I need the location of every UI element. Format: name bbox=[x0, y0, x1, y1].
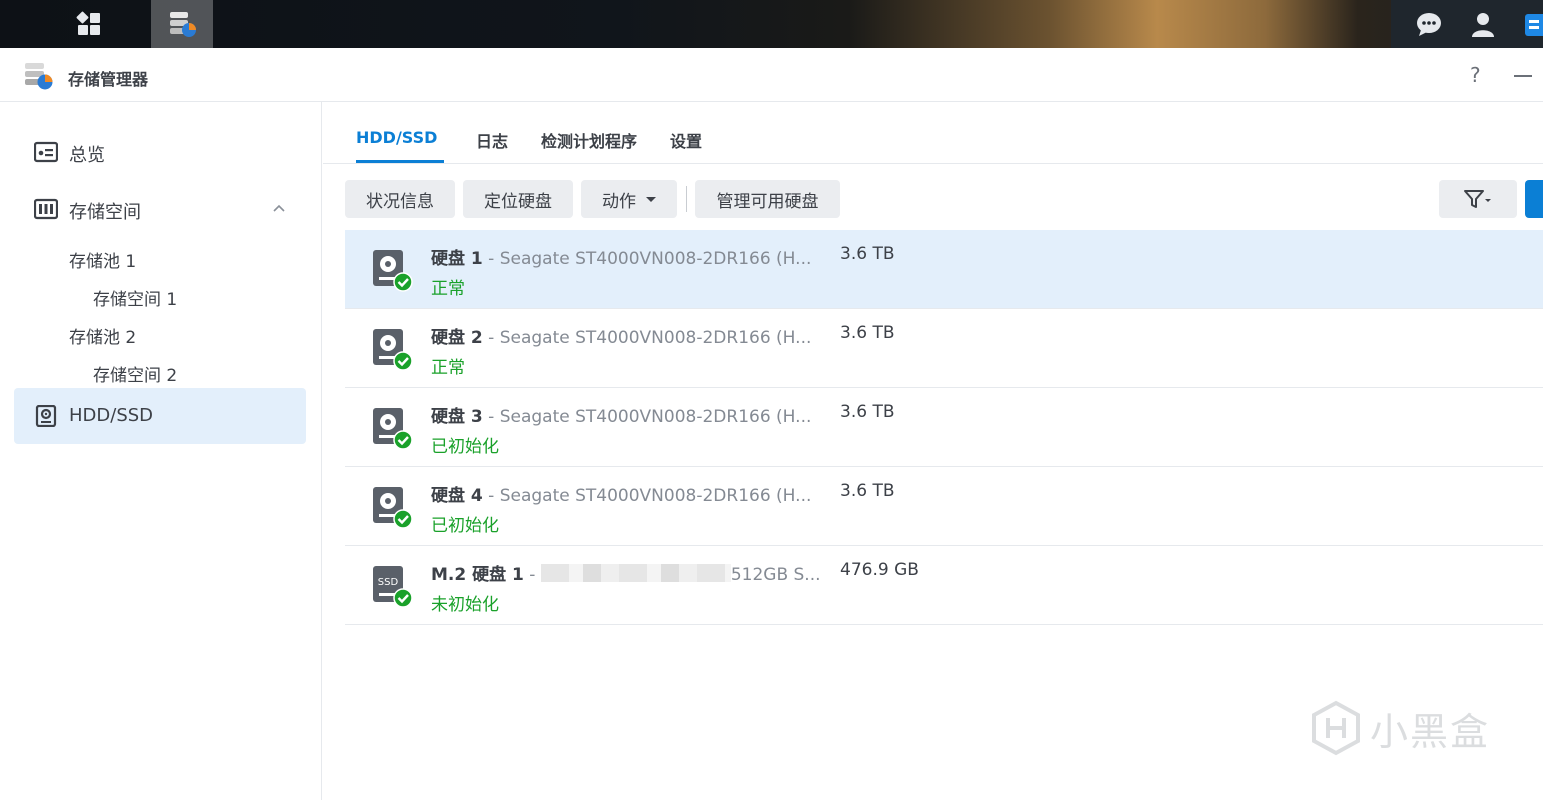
caret-down-icon bbox=[646, 196, 656, 202]
tab-bar: HDD/SSD 日志 检测计划程序 设置 bbox=[323, 102, 1543, 164]
hdd-healthy-icon bbox=[373, 329, 413, 371]
disk-separator: - bbox=[482, 486, 500, 506]
disk-separator: - bbox=[482, 249, 500, 269]
widgets-icon bbox=[1525, 14, 1543, 36]
disk-title: M.2 硬盘 1 - 512GB S... bbox=[431, 560, 821, 585]
sidebar-item-storage[interactable]: 存储空间 bbox=[14, 181, 306, 237]
locate-disk-button[interactable]: 定位硬盘 bbox=[463, 180, 573, 218]
disk-title: 硬盘 4 - Seagate ST4000VN008-2DR166 (H... bbox=[431, 481, 811, 506]
window-titlebar: 存储管理器 ? bbox=[0, 48, 1543, 102]
locate-disk-label: 定位硬盘 bbox=[484, 191, 552, 212]
disk-status: 已初始化 bbox=[431, 437, 499, 457]
disk-title: 硬盘 2 - Seagate ST4000VN008-2DR166 (H... bbox=[431, 323, 811, 348]
user-icon bbox=[1472, 13, 1494, 37]
tab-log[interactable]: 日志 bbox=[476, 128, 508, 152]
primary-action-button[interactable] bbox=[1525, 180, 1543, 218]
disk-status: 正常 bbox=[431, 279, 465, 299]
disk-name: 硬盘 2 bbox=[431, 328, 483, 348]
widgets-button[interactable] bbox=[1511, 0, 1543, 48]
disk-name: M.2 硬盘 1 bbox=[431, 565, 524, 585]
disk-size: 3.6 TB bbox=[840, 323, 895, 343]
watermark-logo-icon bbox=[1312, 700, 1360, 756]
manage-disks-label: 管理可用硬盘 bbox=[716, 191, 819, 212]
filter-icon bbox=[1464, 190, 1491, 208]
disk-separator: - bbox=[482, 407, 500, 427]
window-title: 存储管理器 bbox=[68, 70, 149, 89]
overview-icon bbox=[34, 141, 58, 163]
disk-size: 476.9 GB bbox=[840, 560, 919, 580]
sidebar-item-label: 总览 bbox=[69, 145, 105, 166]
sidebar-item-volume-1[interactable]: 存储空间 1 bbox=[93, 285, 177, 310]
disk-title: 硬盘 1 - Seagate ST4000VN008-2DR166 (H... bbox=[431, 244, 811, 269]
watermark-text: 小黑盒 bbox=[1370, 709, 1491, 754]
disk-name: 硬盘 3 bbox=[431, 407, 483, 427]
disk-separator: - bbox=[523, 565, 541, 585]
taskbar-tray bbox=[1391, 0, 1543, 48]
toolbar: 状况信息 定位硬盘 动作 管理可用硬盘 bbox=[323, 180, 1543, 218]
storage-manager-app-icon bbox=[25, 63, 53, 90]
disk-icon bbox=[35, 405, 57, 427]
disk-row-2[interactable]: 硬盘 2 - Seagate ST4000VN008-2DR166 (H... … bbox=[345, 309, 1543, 388]
manage-available-disks-button[interactable]: 管理可用硬盘 bbox=[695, 180, 840, 218]
disk-model: Seagate ST4000VN008-2DR166 (H... bbox=[499, 407, 812, 427]
disk-size: 3.6 TB bbox=[840, 402, 895, 422]
toolbar-divider bbox=[686, 186, 687, 212]
hdd-healthy-icon bbox=[373, 408, 413, 450]
taskbar bbox=[0, 0, 1543, 48]
sidebar: 总览 存储空间 存储池 1 存储空间 1 存储池 2 存储空间 2 HDD/SS… bbox=[0, 102, 322, 800]
hdd-healthy-icon bbox=[373, 487, 413, 529]
tab-hdd-ssd[interactable]: HDD/SSD bbox=[356, 128, 437, 147]
disk-row-3[interactable]: 硬盘 3 - Seagate ST4000VN008-2DR166 (H... … bbox=[345, 388, 1543, 467]
redacted-model-blur bbox=[540, 564, 731, 582]
watermark: 小黑盒 bbox=[1310, 700, 1490, 756]
ssd-icon-text: SSD bbox=[378, 577, 399, 588]
sidebar-item-label: 存储空间 bbox=[69, 202, 141, 223]
disk-status: 正常 bbox=[431, 358, 465, 378]
disk-size: 3.6 TB bbox=[840, 481, 895, 501]
disk-model: Seagate ST4000VN008-2DR166 (H... bbox=[499, 486, 812, 506]
disk-row-m2-1[interactable]: SSD M.2 硬盘 1 - 512GB S... 476.9 GB 未初始化 bbox=[345, 546, 1543, 625]
sidebar-item-pool-1[interactable]: 存储池 1 bbox=[69, 247, 136, 272]
disk-separator: - bbox=[482, 328, 500, 348]
disk-size: 3.6 TB bbox=[840, 244, 895, 264]
disk-model: Seagate ST4000VN008-2DR166 (H... bbox=[499, 328, 812, 348]
minimize-button[interactable] bbox=[1514, 75, 1532, 77]
disk-model: 512GB S... bbox=[730, 565, 821, 585]
status-info-button[interactable]: 状况信息 bbox=[345, 180, 455, 218]
disk-row-1[interactable]: 硬盘 1 - Seagate ST4000VN008-2DR166 (H... … bbox=[345, 230, 1543, 309]
user-button[interactable] bbox=[1459, 0, 1507, 48]
status-info-label: 状况信息 bbox=[366, 191, 434, 212]
disk-model: Seagate ST4000VN008-2DR166 (H... bbox=[499, 249, 812, 269]
storage-manager-window: 存储管理器 ? 总览 存储空间 存储池 1 存储空间 1 存储池 2 存储空间 … bbox=[0, 48, 1543, 800]
help-button[interactable]: ? bbox=[1470, 63, 1481, 87]
action-dropdown-button[interactable]: 动作 bbox=[581, 180, 677, 218]
main-panel: HDD/SSD 日志 检测计划程序 设置 状况信息 定位硬盘 动作 管理可用硬盘 bbox=[323, 102, 1543, 800]
sidebar-item-label: HDD/SSD bbox=[69, 405, 154, 426]
disk-name: 硬盘 1 bbox=[431, 249, 483, 269]
tab-test-scheduler[interactable]: 检测计划程序 bbox=[541, 128, 637, 152]
sidebar-item-overview[interactable]: 总览 bbox=[14, 124, 306, 180]
disk-name: 硬盘 4 bbox=[431, 486, 483, 506]
chat-button[interactable] bbox=[1405, 0, 1453, 48]
storage-manager-taskbar-button[interactable] bbox=[151, 0, 213, 48]
sidebar-item-volume-2[interactable]: 存储空间 2 bbox=[93, 361, 177, 386]
storage-manager-icon bbox=[170, 12, 196, 37]
filter-button[interactable] bbox=[1439, 180, 1517, 218]
sidebar-item-pool-2[interactable]: 存储池 2 bbox=[69, 323, 136, 348]
ssd-healthy-icon: SSD bbox=[373, 566, 413, 608]
hdd-healthy-icon bbox=[373, 250, 413, 292]
grid-icon bbox=[76, 11, 100, 35]
storage-icon bbox=[34, 198, 58, 220]
tab-settings[interactable]: 设置 bbox=[670, 128, 702, 152]
disk-row-4[interactable]: 硬盘 4 - Seagate ST4000VN008-2DR166 (H... … bbox=[345, 467, 1543, 546]
chat-icon bbox=[1417, 13, 1441, 36]
disk-status: 未初始化 bbox=[431, 595, 499, 615]
main-menu-button[interactable] bbox=[58, 0, 120, 48]
sidebar-item-hdd-ssd[interactable]: HDD/SSD bbox=[14, 388, 306, 444]
disk-status: 已初始化 bbox=[431, 516, 499, 536]
chevron-up-icon[interactable] bbox=[272, 201, 286, 215]
active-tab-indicator bbox=[356, 160, 444, 163]
action-label: 动作 bbox=[602, 191, 636, 212]
disk-title: 硬盘 3 - Seagate ST4000VN008-2DR166 (H... bbox=[431, 402, 811, 427]
